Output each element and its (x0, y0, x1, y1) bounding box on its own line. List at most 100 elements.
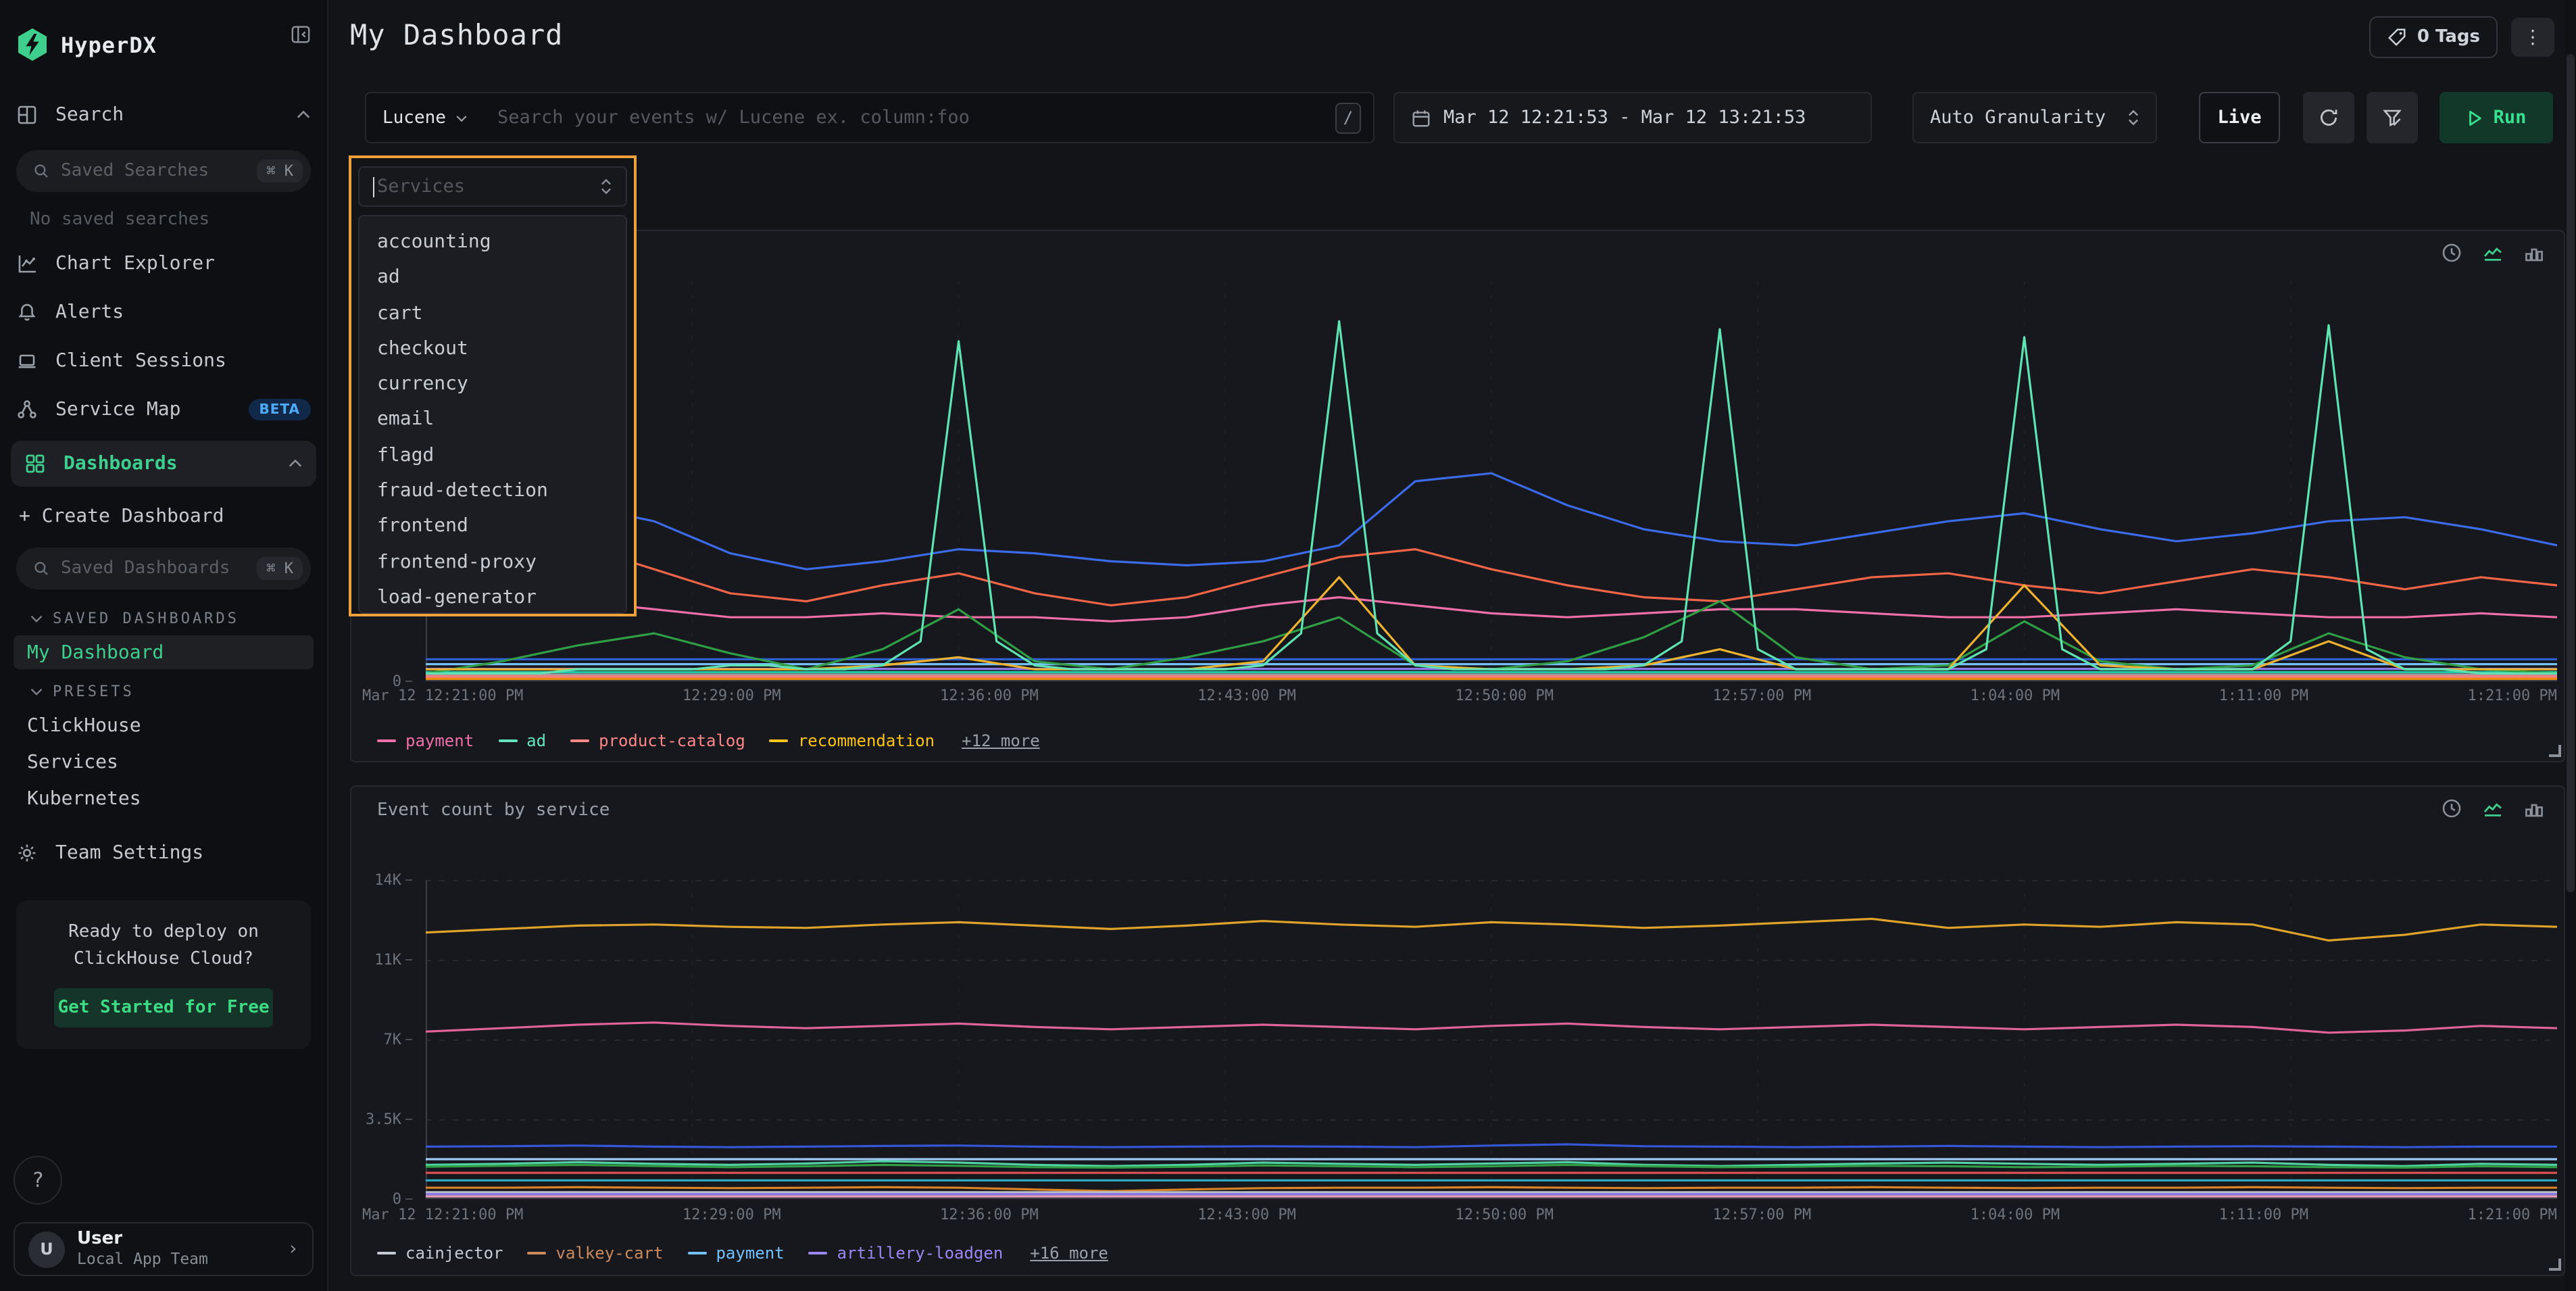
shortcut-badge: ⌘ K (257, 557, 303, 580)
dropdown-option[interactable]: fraud-detection (360, 473, 626, 509)
x-axis-label: Mar 12 12:21:00 PM (362, 687, 523, 704)
chart-plot-area[interactable] (426, 880, 2557, 1199)
sidebar-item-team-settings[interactable]: Team Settings (16, 838, 311, 868)
run-button[interactable]: Run (2439, 92, 2553, 143)
sidebar-item-search[interactable]: Search (16, 100, 311, 130)
tags-button[interactable]: 0 Tags (2370, 16, 2498, 58)
legend-label: ad (526, 731, 546, 750)
services-dropdown: Services accountingadcartcheckoutcurrenc… (349, 155, 637, 616)
line-chart-icon[interactable] (2481, 798, 2504, 819)
sidebar-item-alerts[interactable]: Alerts (16, 297, 311, 327)
sidebar-item-chart-explorer[interactable]: Chart Explorer (16, 249, 311, 278)
chart-title: Event count by service (377, 800, 610, 821)
promo-text: Ready to deploy on ClickHouse Cloud? (30, 919, 297, 972)
services-filter-input[interactable]: Services (358, 166, 627, 207)
legend-more-link[interactable]: +16 more (1030, 1244, 1108, 1263)
legend-label: valkey-cart (556, 1244, 664, 1263)
legend-swatch (809, 1252, 828, 1255)
sidebar-preset-item[interactable]: ClickHouse (14, 708, 314, 744)
legend-item[interactable]: payment (687, 1244, 784, 1263)
x-axis-label: 1:04:00 PM (1971, 687, 2060, 704)
bar-chart-icon[interactable] (2523, 798, 2545, 819)
kebab-menu-button[interactable]: ⋮ (2511, 18, 2554, 57)
dropdown-option[interactable]: accounting (360, 224, 626, 260)
legend-item[interactable]: recommendation (770, 731, 935, 750)
laptop-icon (16, 350, 38, 372)
dropdown-option[interactable]: cart (360, 295, 626, 331)
dropdown-option[interactable]: ad (360, 260, 626, 296)
chevron-down-icon (30, 614, 43, 623)
x-axis: Mar 12 12:21:00 PM 12:29:00 PM 12:36:00 PM… (362, 687, 2557, 704)
granularity-value: Auto Granularity (1930, 107, 2106, 128)
clock-icon[interactable] (2441, 242, 2462, 264)
sidebar-item-client-sessions[interactable]: Client Sessions (16, 346, 311, 376)
chevron-up-icon[interactable] (288, 458, 303, 469)
sidebar-item-label: Alerts (55, 301, 124, 323)
chart-panel-1: Event count by service 0 Mar 12 12:21:00… (350, 230, 2565, 762)
x-axis-label: Mar 12 12:21:00 PM (362, 1206, 523, 1223)
y-axis-label: 3.5K (366, 1111, 412, 1128)
sidebar-item-service-map[interactable]: Service Map BETA (16, 395, 311, 424)
hyperdx-logo-icon (16, 27, 49, 62)
panel-resize-handle[interactable] (2549, 1259, 2561, 1271)
x-axis-label: 12:50:00 PM (1455, 687, 1554, 704)
dropdown-option[interactable]: checkout (360, 331, 626, 367)
language-select[interactable]: Lucene (366, 93, 484, 142)
get-started-button[interactable]: Get Started for Free (54, 988, 273, 1027)
page-title: My Dashboard (350, 19, 563, 51)
sidebar-item-my-dashboard[interactable]: My Dashboard (14, 635, 314, 669)
search-input[interactable]: Search your events w/ Lucene ex. column:… (497, 107, 970, 128)
legend-more-link[interactable]: +12 more (962, 731, 1040, 750)
dropdown-option[interactable]: flagd (360, 438, 626, 474)
scrollbar-track[interactable] (2565, 0, 2576, 1291)
panel-resize-handle[interactable] (2549, 745, 2561, 757)
sidebar-preset-item[interactable]: Kubernetes (14, 781, 314, 817)
dashboards-grid-icon (24, 453, 46, 474)
legend-item[interactable]: valkey-cart (528, 1244, 664, 1263)
saved-dashboards-input[interactable]: Saved Dashboards ⌘ K (16, 547, 311, 589)
sidebar-preset-item[interactable]: Services (14, 745, 314, 780)
sidebar-item-dashboards[interactable]: Dashboards (11, 441, 316, 487)
play-icon (2467, 109, 2483, 126)
time-range-input[interactable]: Mar 12 12:21:53 - Mar 12 13:21:53 (1393, 92, 1872, 143)
dropdown-option[interactable]: frontend-proxy (360, 544, 626, 580)
legend-item[interactable]: payment (377, 731, 474, 750)
create-dashboard-button[interactable]: + Create Dashboard (16, 506, 311, 527)
legend-item[interactable]: product-catalog (570, 731, 745, 750)
sidebar-collapse-icon[interactable] (291, 24, 311, 45)
x-axis-label: 12:57:00 PM (1713, 1206, 1812, 1223)
legend-item[interactable]: ad (498, 731, 546, 750)
x-axis-label: 12:29:00 PM (683, 687, 781, 704)
filter-button[interactable] (2367, 92, 2418, 143)
saved-searches-input[interactable]: Saved Searches ⌘ K (16, 150, 311, 192)
x-axis-label: 12:36:00 PM (940, 687, 1039, 704)
legend-label: product-catalog (599, 731, 745, 750)
refresh-button[interactable] (2303, 92, 2354, 143)
x-axis-label: 1:11:00 PM (2219, 1206, 2308, 1223)
chart-plot-area[interactable] (426, 281, 2557, 681)
section-saved-dashboards[interactable]: SAVED DASHBOARDS (16, 610, 311, 627)
legend-item[interactable]: cainjector (377, 1244, 503, 1263)
dropdown-option[interactable]: email (360, 402, 626, 438)
scrollbar-thumb[interactable] (2567, 54, 2575, 892)
run-label: Run (2494, 107, 2527, 128)
dropdown-option[interactable]: load-generator (360, 580, 626, 614)
bar-chart-icon[interactable] (2523, 242, 2545, 264)
clock-icon[interactable] (2441, 798, 2462, 819)
user-card[interactable]: U User Local App Team › (14, 1222, 314, 1276)
shortcut-badge: ⌘ K (257, 160, 303, 182)
live-button[interactable]: Live (2199, 92, 2280, 143)
legend-item[interactable]: artillery-loadgen (809, 1244, 1004, 1263)
time-range-value: Mar 12 12:21:53 - Mar 12 13:21:53 (1443, 107, 1806, 128)
x-axis-label: 12:29:00 PM (683, 1206, 781, 1223)
help-button[interactable]: ? (14, 1156, 62, 1204)
dropdown-option[interactable]: currency (360, 366, 626, 402)
chevron-down-icon (455, 113, 468, 122)
line-chart-icon[interactable] (2481, 242, 2504, 264)
chevron-up-icon[interactable] (296, 109, 311, 120)
dropdown-option[interactable]: frontend (360, 509, 626, 545)
granularity-select[interactable]: Auto Granularity (1912, 92, 2157, 143)
chart-panel-2: Event count by service 14K11K7K3.5K0 Mar… (350, 785, 2565, 1276)
search-bar[interactable]: Lucene Search your events w/ Lucene ex. … (365, 92, 1374, 143)
section-presets[interactable]: PRESETS (16, 683, 311, 700)
